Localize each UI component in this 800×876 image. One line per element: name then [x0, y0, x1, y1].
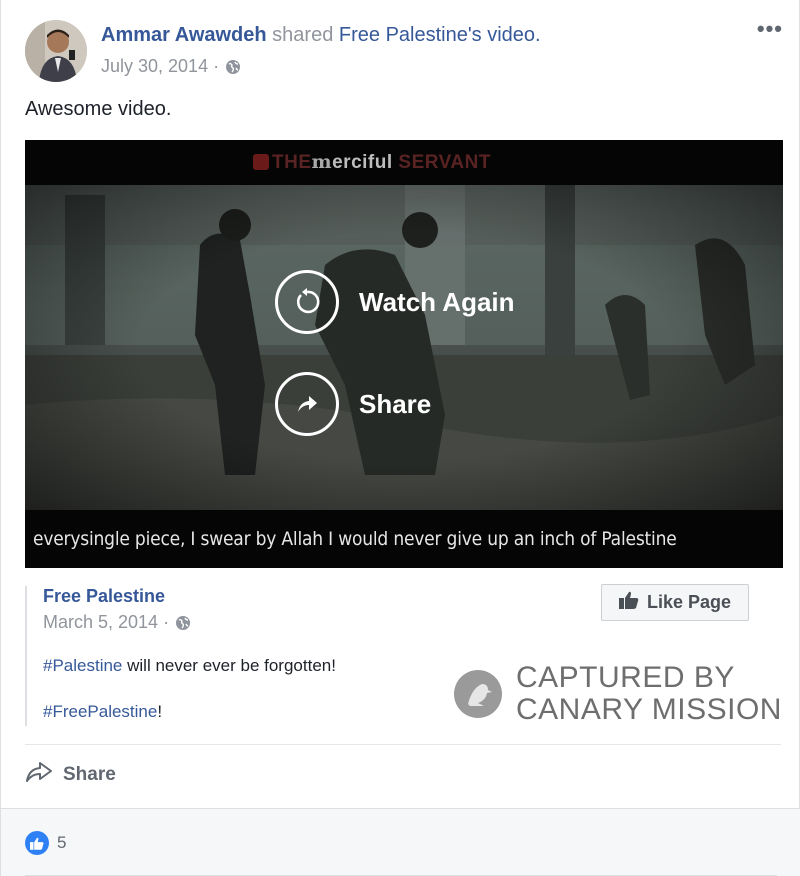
video-frame — [25, 185, 783, 510]
globe-icon — [225, 59, 241, 75]
shared-page-link[interactable]: Free Palestine — [339, 24, 468, 46]
attachment-page-name[interactable]: Free Palestine — [43, 586, 165, 607]
share-action-button[interactable]: Share — [25, 760, 116, 790]
watermark-line-2: CANARY MISSION — [516, 693, 782, 726]
video-share-button[interactable]: Share — [275, 372, 431, 436]
canary-mission-watermark: CAPTURED BY CANARY MISSION — [454, 662, 784, 726]
share-icon — [25, 760, 53, 790]
facebook-post: Ammar Awawdeh shared Free Palestine's vi… — [0, 0, 800, 876]
like-reactions[interactable]: 5 — [25, 831, 66, 855]
globe-icon — [175, 615, 191, 631]
canary-bird-icon — [454, 670, 502, 718]
video-share-label: Share — [359, 388, 432, 419]
channel-watermark-prefix: THE — [272, 152, 312, 173]
channel-watermark-main: erciful — [332, 152, 393, 173]
watermark-text: CAPTURED BY CANARY MISSION — [516, 662, 782, 726]
channel-watermark: THEmerciful SERVANT — [253, 151, 491, 174]
like-page-button[interactable]: Like Page — [601, 584, 749, 621]
attachment-left-border — [25, 586, 27, 726]
like-reaction-icon — [25, 831, 49, 855]
post-timestamp: July 30, 2014 · — [101, 56, 241, 77]
youtube-logo-icon — [253, 154, 269, 170]
thumbs-up-icon — [618, 591, 639, 614]
hashtag-freepalestine-link[interactable]: #FreePalestine — [43, 702, 157, 721]
attachment-date[interactable]: March 5, 2014 · — [43, 612, 169, 633]
video-top-bar: THEmerciful SERVANT — [25, 140, 783, 185]
post-header-line: Ammar Awawdeh shared Free Palestine's vi… — [101, 24, 541, 47]
channel-watermark-suffix: SERVANT — [398, 152, 491, 173]
reactions-footer: 5 — [1, 808, 800, 876]
shared-suffix-text[interactable]: 's video. — [468, 24, 541, 46]
video-subtitle: everysingle piece, I swear by Allah I wo… — [33, 528, 677, 550]
attachment-text-1: will never ever be forgotten! — [122, 656, 336, 675]
hashtag-palestine-link[interactable]: #Palestine — [43, 656, 122, 675]
like-page-label: Like Page — [646, 592, 732, 612]
reaction-count: 5 — [57, 833, 67, 852]
attachment-text-line-1: #Palestine will never ever be forgotten! — [43, 656, 336, 676]
post-date[interactable]: July 30, 2014 · — [101, 56, 219, 77]
attachment-text-2: ! — [157, 702, 163, 721]
post-status-text: Awesome video. — [25, 98, 172, 120]
author-name-link[interactable]: Ammar Awawdeh — [101, 24, 267, 46]
share-arrow-icon — [275, 372, 339, 436]
attachment-text-line-2: #FreePalestine! — [43, 702, 162, 722]
watch-again-label: Watch Again — [359, 286, 515, 317]
action-divider — [25, 744, 781, 745]
channel-watermark-m: m — [311, 151, 333, 173]
attachment-timestamp: March 5, 2014 · — [43, 612, 191, 633]
watch-again-button[interactable]: Watch Again — [275, 270, 515, 334]
shared-action-text: shared — [272, 24, 334, 46]
watermark-line-1: CAPTURED BY — [516, 661, 735, 694]
more-options-icon[interactable]: ••• — [757, 16, 783, 42]
share-action-label: Share — [63, 764, 116, 785]
video-player[interactable]: THEmerciful SERVANT everysingle piece, I… — [25, 140, 783, 568]
author-avatar[interactable] — [25, 20, 87, 82]
replay-icon — [275, 270, 339, 334]
